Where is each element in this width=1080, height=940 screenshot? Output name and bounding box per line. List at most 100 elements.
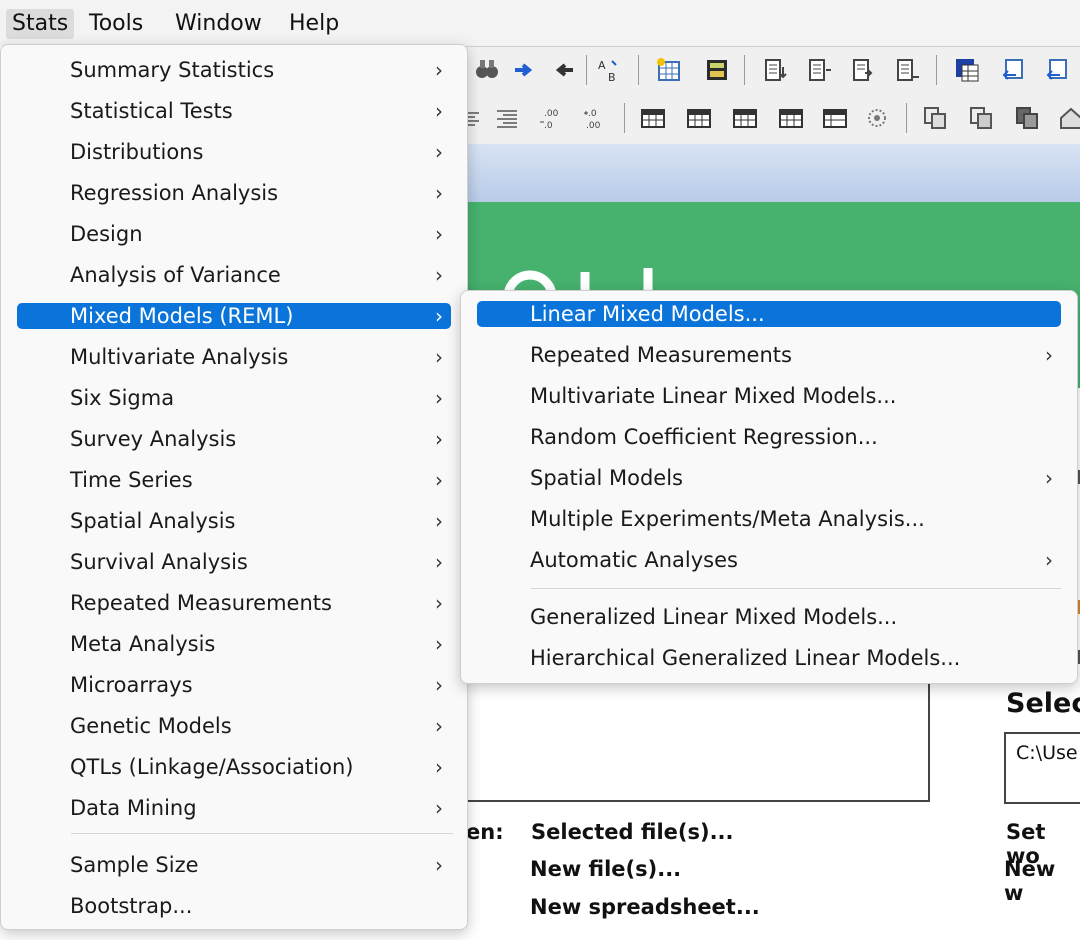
menu-stats[interactable]: Stats [6,9,75,39]
grid-icon-5[interactable] [822,105,848,131]
menu-item-mixed-models[interactable]: Mixed Models (REML) › [17,303,451,329]
calculator-icon[interactable] [704,57,730,83]
submenu-item-automatic-analyses[interactable]: Automatic Analyses › [477,547,1061,573]
menu-item-label: Design [70,222,143,246]
menu-item-label: Automatic Analyses [530,548,738,572]
menu-item-analysis-of-variance[interactable]: Analysis of Variance › [17,262,451,288]
align-right-icon[interactable] [494,105,520,131]
toolbar-separator [744,55,745,85]
menu-separator [531,588,1061,589]
menu-item-label: Meta Analysis [70,632,216,656]
grid-icon-1[interactable] [640,105,666,131]
new-sheet-icon[interactable] [656,57,682,83]
menu-help[interactable]: Help [283,9,345,39]
arrow-left-icon[interactable] [552,57,578,83]
delete-column-icon[interactable] [894,57,920,83]
submenu-item-linear-mixed-models[interactable]: Linear Mixed Models... [477,301,1061,327]
chevron-right-icon: › [435,509,443,533]
chevron-right-icon: › [435,427,443,451]
house-icon[interactable] [1058,105,1080,131]
menu-item-regression-analysis[interactable]: Regression Analysis › [17,180,451,206]
menu-item-data-mining[interactable]: Data Mining › [17,795,451,821]
toolbar-row-1: AB [466,49,1080,93]
menu-window[interactable]: Window [169,9,268,39]
export-icon[interactable] [1044,57,1070,83]
chevron-right-icon: › [435,550,443,574]
new-files-link[interactable]: New file(s)... [530,857,681,881]
menu-item-label: Bootstrap... [70,894,193,918]
submenu-item-multiple-experiments[interactable]: Multiple Experiments/Meta Analysis... [477,506,1061,532]
menu-item-multivariate-analysis[interactable]: Multivariate Analysis › [17,344,451,370]
menu-item-six-sigma[interactable]: Six Sigma › [17,385,451,411]
sort-az-icon[interactable]: AB [596,57,622,83]
binoculars-icon[interactable] [474,57,500,83]
column-icon[interactable] [762,57,788,83]
copy-icon[interactable] [922,105,948,131]
paste-icon[interactable] [968,105,994,131]
menu-item-label: Hierarchical Generalized Linear Models..… [530,646,961,670]
menu-item-label: Linear Mixed Models... [530,302,765,326]
submenu-item-repeated-measurements[interactable]: Repeated Measurements › [477,342,1061,368]
menu-item-label: Analysis of Variance [70,263,281,287]
menu-item-label: Spatial Models [530,466,683,490]
menu-item-qtls[interactable]: QTLs (Linkage/Association) › [17,754,451,780]
decrease-decimal-icon[interactable]: .00.0 [538,105,564,131]
menu-item-microarrays[interactable]: Microarrays › [17,672,451,698]
menu-item-label: Multivariate Linear Mixed Models... [530,384,897,408]
chevron-right-icon: › [435,632,443,656]
submenu-item-random-coefficient[interactable]: Random Coefficient Regression... [477,424,1061,450]
chevron-right-icon: › [435,591,443,615]
menu-item-distributions[interactable]: Distributions › [17,139,451,165]
svg-text:.00: .00 [544,109,559,119]
arrow-right-icon[interactable] [510,57,536,83]
menu-item-repeated-measurements[interactable]: Repeated Measurements › [17,590,451,616]
svg-text:.00: .00 [586,121,601,131]
submenu-item-multivariate-lmm[interactable]: Multivariate Linear Mixed Models... [477,383,1061,409]
menu-item-time-series[interactable]: Time Series › [17,467,451,493]
stack-icon[interactable] [1014,105,1040,131]
menu-item-summary-statistics[interactable]: Summary Statistics › [17,57,451,83]
increase-decimal-icon[interactable]: .0.00 [582,105,608,131]
toolbar-separator [586,55,587,85]
menu-item-label: Multivariate Analysis [70,345,289,369]
menu-item-sample-size[interactable]: Sample Size › [17,852,451,878]
submenu-item-glmm[interactable]: Generalized Linear Mixed Models... [477,604,1061,630]
menu-item-label: Regression Analysis [70,181,279,205]
submenu-item-spatial-models[interactable]: Spatial Models › [477,465,1061,491]
grid-icon-3[interactable] [732,105,758,131]
new-workbook-link[interactable]: New w [1004,857,1080,905]
submenu-item-hglm[interactable]: Hierarchical Generalized Linear Models..… [477,645,1061,671]
svg-text:.0: .0 [544,121,553,131]
menu-tools[interactable]: Tools [83,9,149,39]
chevron-right-icon: › [435,796,443,820]
selected-files-link[interactable]: Selected file(s)... [531,820,734,844]
append-column-icon[interactable] [850,57,876,83]
insert-column-icon[interactable] [806,57,832,83]
chevron-right-icon: › [435,468,443,492]
toolbar-separator [906,103,907,133]
menu-item-label: Repeated Measurements [70,591,332,615]
grid-icon-2[interactable] [686,105,712,131]
align-left-icon[interactable] [466,105,482,131]
working-directory-path: C:\Use [1016,742,1078,764]
stats-menu: Summary Statistics › Statistical Tests › D… [0,44,468,930]
open-label: en: [466,820,504,844]
menu-item-design[interactable]: Design › [17,221,451,247]
menu-item-statistical-tests[interactable]: Statistical Tests › [17,98,451,124]
menu-item-survival-analysis[interactable]: Survival Analysis › [17,549,451,575]
menu-item-label: Generalized Linear Mixed Models... [530,605,898,629]
spreadsheet-blue-icon[interactable] [954,57,980,83]
chevron-right-icon: › [435,345,443,369]
chevron-right-icon: › [435,263,443,287]
recent-files-box [466,676,930,802]
menu-item-genetic-models[interactable]: Genetic Models › [17,713,451,739]
grid-icon-4[interactable] [778,105,804,131]
sparkle-icon[interactable] [864,105,890,131]
new-spreadsheet-link[interactable]: New spreadsheet... [530,895,760,919]
menu-item-survey-analysis[interactable]: Survey Analysis › [17,426,451,452]
menu-item-label: Microarrays [70,673,193,697]
menu-item-spatial-analysis[interactable]: Spatial Analysis › [17,508,451,534]
import-icon[interactable] [1000,57,1026,83]
menu-item-bootstrap[interactable]: Bootstrap... [17,893,451,919]
menu-item-meta-analysis[interactable]: Meta Analysis › [17,631,451,657]
